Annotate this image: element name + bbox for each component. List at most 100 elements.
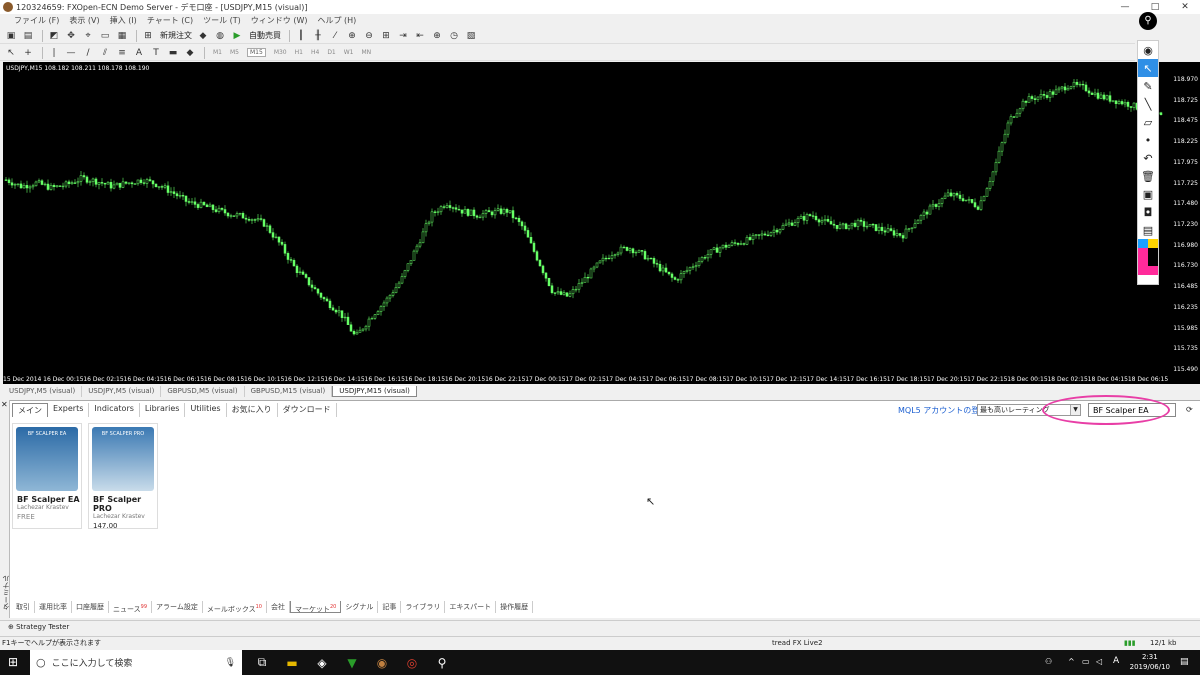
period-m15[interactable]: M15 (247, 48, 266, 57)
chart-tab-usdjpy-m5-2[interactable]: USDJPY,M5 (visual) (82, 386, 162, 397)
indicators-icon[interactable]: ⊕ (430, 30, 444, 42)
period-h1[interactable]: H1 (295, 49, 303, 56)
product-card[interactable]: BF SCALPER PRO BF Scalper PRO Lachezar K… (88, 423, 158, 530)
menu-view[interactable]: 表示 (V) (69, 15, 99, 26)
label-tool-icon[interactable]: T (149, 47, 163, 59)
trash-icon[interactable]: 🗑 (1138, 167, 1158, 185)
volume-icon[interactable]: ◁ (1096, 657, 1102, 666)
network-icon[interactable]: ▭ (1082, 657, 1090, 666)
taskbar-search[interactable]: ○ ここに入力して検索 🎙 (30, 650, 242, 675)
chart-tab-gbpusd-m5[interactable]: GBPUSD,M5 (visual) (161, 386, 245, 397)
market-tab-favorites[interactable]: お気に入り (227, 403, 278, 417)
terminal-tab[interactable]: 操作履歴 (496, 601, 534, 613)
clock[interactable]: 2:31 2019/06/10 (1130, 652, 1170, 672)
chart-shift-icon[interactable]: ⇤ (413, 30, 427, 42)
tester-icon[interactable]: ▦ (115, 30, 129, 42)
app-icon-1[interactable]: ◈ (312, 653, 332, 673)
fibonacci-icon[interactable]: ≡ (115, 47, 129, 59)
market-tab-main[interactable]: メイン (12, 403, 48, 417)
auto-trade-icon[interactable]: ▶ (230, 30, 244, 42)
horizontal-line-icon[interactable]: — (64, 47, 78, 59)
terminal-tab[interactable]: シグナル (341, 601, 379, 613)
globe-icon[interactable]: ◍ (213, 30, 227, 42)
terminal-tab[interactable]: 取引 (12, 601, 35, 613)
period-m30[interactable]: M30 (274, 49, 287, 56)
marker-icon[interactable]: ✎ (1138, 77, 1158, 95)
period-w1[interactable]: W1 (344, 49, 354, 56)
period-d1[interactable]: D1 (327, 49, 335, 56)
navigator-icon[interactable]: ✥ (64, 30, 78, 42)
shapes-icon[interactable]: ◆ (183, 47, 197, 59)
tray-chevron-icon[interactable]: ^ (1068, 657, 1075, 666)
terminal-tab[interactable]: 運用比率 (35, 601, 72, 613)
undo-icon[interactable]: ↶ (1138, 149, 1158, 167)
market-tab-experts[interactable]: Experts (48, 403, 90, 417)
terminal-tab[interactable]: マーケット20 (290, 601, 342, 613)
clipboard-icon[interactable]: ▤ (1138, 221, 1158, 239)
new-order-icon[interactable]: ⊞ (141, 30, 155, 42)
channel-icon[interactable]: ⫽ (98, 47, 112, 59)
terminal-tab[interactable]: ニュース99 (109, 601, 153, 613)
crosshair-icon[interactable]: + (21, 47, 35, 59)
chart-tab-usdjpy-m15[interactable]: USDJPY,M15 (visual) (332, 386, 417, 397)
autoscroll-icon[interactable]: ⇥ (396, 30, 410, 42)
notifications-icon[interactable]: ▤ (1180, 657, 1189, 667)
terminal-tab[interactable]: 口座履歴 (72, 601, 109, 613)
people-icon[interactable]: ⚇ (1045, 657, 1052, 666)
terminal-tab[interactable]: メールボックス10 (203, 601, 267, 613)
screen-icon[interactable]: ▣ (1138, 185, 1158, 203)
zoom-in-icon[interactable]: ⊕ (345, 30, 359, 42)
chart-tab-gbpusd-m15[interactable]: GBPUSD,M15 (visual) (245, 386, 333, 397)
candle-chart-icon[interactable]: ╫ (311, 30, 325, 42)
data-window-icon[interactable]: ⌖ (81, 30, 95, 42)
pin-marker-icon[interactable]: ⚲ (1139, 12, 1157, 30)
mql5-account-link[interactable]: MQL5 アカウントの登↓ (898, 405, 986, 416)
period-h4[interactable]: H4 (311, 49, 319, 56)
trend-line-icon[interactable]: / (81, 47, 95, 59)
windows-start-icon[interactable]: ⊞ (8, 655, 18, 669)
refresh-icon[interactable]: ⟳ (1186, 405, 1193, 414)
close-terminal-icon[interactable]: ✕ (1, 400, 8, 409)
menu-window[interactable]: ウィンドウ (W) (251, 15, 308, 26)
color-palette[interactable] (1138, 239, 1158, 275)
minimize-button[interactable]: — (1110, 0, 1140, 14)
cursor-icon[interactable]: ↖ (4, 47, 18, 59)
terminal-icon[interactable]: ▭ (98, 30, 112, 42)
market-watch-icon[interactable]: ◩ (47, 30, 61, 42)
explorer-icon[interactable]: ▬ (282, 653, 302, 673)
chart-tab-usdjpy-m5[interactable]: USDJPY,M5 (visual) (3, 386, 83, 397)
metaeditor-icon[interactable]: ◆ (196, 30, 210, 42)
pen-icon[interactable]: ╲ (1138, 95, 1158, 113)
auto-trade-button[interactable]: 自動売買 (249, 30, 281, 41)
menu-file[interactable]: ファイル (F) (14, 15, 59, 26)
pointer-icon[interactable]: ↖ (1138, 59, 1158, 77)
task-view-icon[interactable]: ⧉ (252, 653, 272, 673)
new-chart-icon[interactable]: ▣ (4, 30, 18, 42)
terminal-tab[interactable]: アラーム設定 (152, 601, 203, 613)
terminal-tab[interactable]: 会社 (267, 601, 290, 613)
market-tab-libraries[interactable]: Libraries (140, 403, 186, 417)
market-tab-downloads[interactable]: ダウンロード (278, 403, 337, 417)
terminal-tab[interactable]: 記事 (378, 601, 402, 613)
strategy-tester-bar[interactable]: ⊕ Strategy Tester (0, 620, 1200, 632)
market-tab-utilities[interactable]: Utilities (185, 403, 227, 417)
menu-tools[interactable]: ツール (T) (203, 15, 241, 26)
period-mn[interactable]: MN (362, 49, 372, 56)
app-icon-3[interactable]: ◉ (372, 653, 392, 673)
bar-chart-icon[interactable]: ┃ (294, 30, 308, 42)
rectangle-icon[interactable]: ▬ (166, 47, 180, 59)
ime-indicator[interactable]: A (1113, 656, 1119, 666)
terminal-tab[interactable]: ライブラリ (401, 601, 446, 613)
app-icon-2[interactable]: ▼ (342, 653, 362, 673)
period-m5[interactable]: M5 (230, 49, 239, 56)
line-chart-icon[interactable]: ⁄ (328, 30, 342, 42)
dot-icon[interactable]: • (1138, 131, 1158, 149)
eye-icon[interactable]: ◉ (1138, 41, 1158, 59)
microphone-icon[interactable]: 🎙 (225, 658, 236, 668)
text-tool-icon[interactable]: A (132, 47, 146, 59)
new-order-button[interactable]: 新規注文 (160, 30, 192, 41)
terminal-tab[interactable]: エキスパート (445, 601, 497, 613)
menu-chart[interactable]: チャート (C) (147, 15, 193, 26)
camera-icon[interactable]: ◘ (1138, 203, 1158, 221)
menu-help[interactable]: ヘルプ (H) (317, 15, 356, 26)
